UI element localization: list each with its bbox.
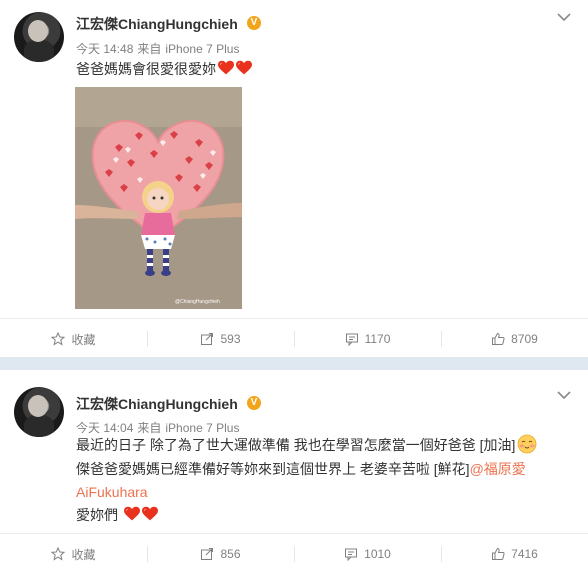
post-text-line-4: 愛妳們: [76, 504, 158, 527]
comment-button[interactable]: 1170: [294, 319, 441, 359]
star-icon: [51, 547, 66, 561]
like-button[interactable]: 7416: [441, 534, 588, 574]
chevron-down-icon[interactable]: [556, 390, 572, 400]
comment-button[interactable]: 1010: [294, 534, 441, 574]
mention-link[interactable]: @福原愛: [470, 461, 526, 477]
favorite-label: 收藏: [71, 332, 96, 347]
post-text-line-1: 最近的日子 除了為了世大運做準備 我也在學習怎麼當一個好爸爸 [加油]: [76, 434, 537, 457]
mention-link[interactable]: AiFukuhara: [76, 484, 148, 500]
post-text-line-3: AiFukuhara: [76, 481, 148, 504]
weibo-post-2: 江宏傑ChiangHungchieh V 今天 14:04 来自 iPhone 7 …: [0, 370, 588, 576]
photo-heart-pillow-doll: @ChiangHungchieh: [75, 87, 242, 309]
heart-emoji-icon: [141, 506, 158, 521]
comment-icon: [345, 333, 358, 346]
repost-icon: [201, 548, 214, 560]
like-button[interactable]: 8709: [441, 319, 588, 359]
post-meta: 今天 14:48 来自 iPhone 7 Plus: [76, 40, 243, 57]
post-time[interactable]: 今天 14:48: [76, 42, 133, 56]
verified-icon: V: [247, 396, 261, 410]
action-bar: 收藏 593 1170 8709: [0, 318, 588, 359]
source-prefix: 来自: [137, 42, 162, 56]
action-bar: 收藏 856 1010 7416: [0, 533, 588, 574]
comment-count: 1170: [364, 332, 391, 346]
weibo-post-1: 江宏傑ChiangHungchieh V 今天 14:48 来自 iPhone 7 …: [0, 0, 588, 357]
repost-count: 593: [220, 332, 241, 346]
post-text-line: 爸爸媽媽會很愛很愛妳: [76, 61, 216, 77]
favorite-label: 收藏: [71, 547, 96, 562]
post-source[interactable]: iPhone 7 Plus: [165, 421, 239, 435]
verified-icon: V: [247, 16, 261, 30]
post-source[interactable]: iPhone 7 Plus: [165, 42, 239, 56]
like-count: 8709: [511, 332, 538, 346]
heart-emoji-icon: [218, 60, 234, 75]
avatar[interactable]: [14, 12, 64, 62]
like-icon: [492, 332, 505, 345]
post-photo[interactable]: @ChiangHungchieh: [75, 87, 242, 309]
heart-emoji-icon: [123, 506, 140, 521]
like-icon: [492, 547, 505, 560]
author-name[interactable]: 江宏傑ChiangHungchieh: [76, 394, 238, 414]
post-text: 最近的日子 除了為了世大運做準備 我也在學習怎麼當一個好爸爸 [加油]: [76, 437, 516, 453]
repost-button[interactable]: 856: [147, 534, 294, 574]
post-text: 傑爸爸愛媽媽已經準備好等妳來到這個世界上 老婆辛苦啦 [鮮花]: [76, 461, 470, 477]
comment-icon: [345, 548, 358, 561]
blush-emoji-icon: [518, 434, 537, 454]
repost-button[interactable]: 593: [147, 319, 294, 359]
repost-icon: [201, 333, 214, 345]
favorite-button[interactable]: 收藏: [0, 534, 147, 574]
avatar[interactable]: [14, 387, 64, 437]
post-text-line-2: 傑爸爸愛媽媽已經準備好等妳來到這個世界上 老婆辛苦啦 [鮮花]@福原愛: [76, 458, 526, 481]
repost-count: 856: [220, 547, 241, 561]
photo-watermark: @ChiangHungchieh: [175, 299, 220, 305]
feed-separator: [0, 357, 588, 370]
heart-emoji-icon: [236, 60, 252, 75]
comment-count: 1010: [364, 547, 391, 561]
favorite-button[interactable]: 收藏: [0, 319, 147, 359]
chevron-down-icon[interactable]: [556, 12, 572, 22]
post-text: 愛妳們: [76, 507, 118, 523]
post-time[interactable]: 今天 14:04: [76, 421, 133, 435]
source-prefix: 来自: [137, 421, 162, 435]
author-name[interactable]: 江宏傑ChiangHungchieh: [76, 14, 238, 34]
post-text: 爸爸媽媽會很愛很愛妳: [76, 58, 252, 81]
star-icon: [51, 332, 66, 346]
like-count: 7416: [511, 547, 538, 561]
